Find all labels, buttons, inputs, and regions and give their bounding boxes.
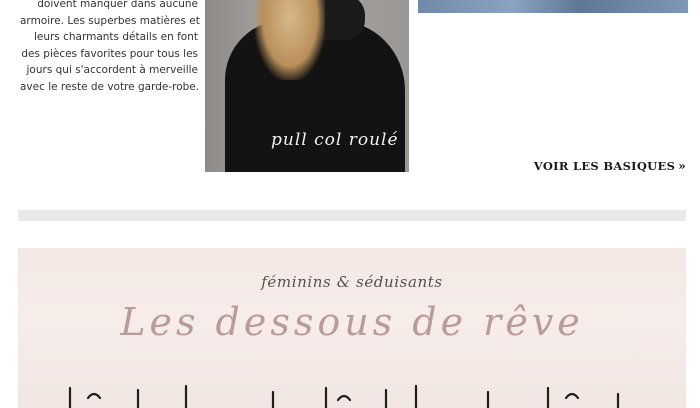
section-divider xyxy=(18,210,686,221)
intro-line: des pièces favorites pour tous les xyxy=(21,47,198,60)
jeans-product-image[interactable] xyxy=(418,0,688,13)
hair-shape xyxy=(255,0,325,80)
intro-line: doivent manquer dans aucune xyxy=(37,0,198,10)
hanging-lingerie-strings xyxy=(68,384,620,408)
double-chevron-icon: » xyxy=(678,159,686,173)
see-basics-link[interactable]: VOIR LES BASIQUES» xyxy=(534,159,686,173)
turtleneck-product-image[interactable]: pull col roulé xyxy=(205,0,409,172)
intro-line: avec le reste de votre garde-robe. xyxy=(20,80,200,93)
intro-line: jours qui s'accordent à merveille xyxy=(26,64,199,76)
intro-line: armoire. Les superbes matières et xyxy=(20,14,200,27)
banner-headline: Les dessous de rêve xyxy=(120,300,584,344)
see-basics-label: VOIR LES BASIQUES xyxy=(533,159,676,173)
lingerie-banner[interactable]: féminins & séduisants Les dessous de rêv… xyxy=(18,248,686,408)
intro-line: leurs charmants détails en font xyxy=(33,31,198,43)
intro-paragraph: doivent manquer dans aucune armoire. Les… xyxy=(20,0,200,95)
image-caption: pull col roulé xyxy=(271,130,399,150)
banner-kicker: féminins & séduisants xyxy=(261,273,443,291)
